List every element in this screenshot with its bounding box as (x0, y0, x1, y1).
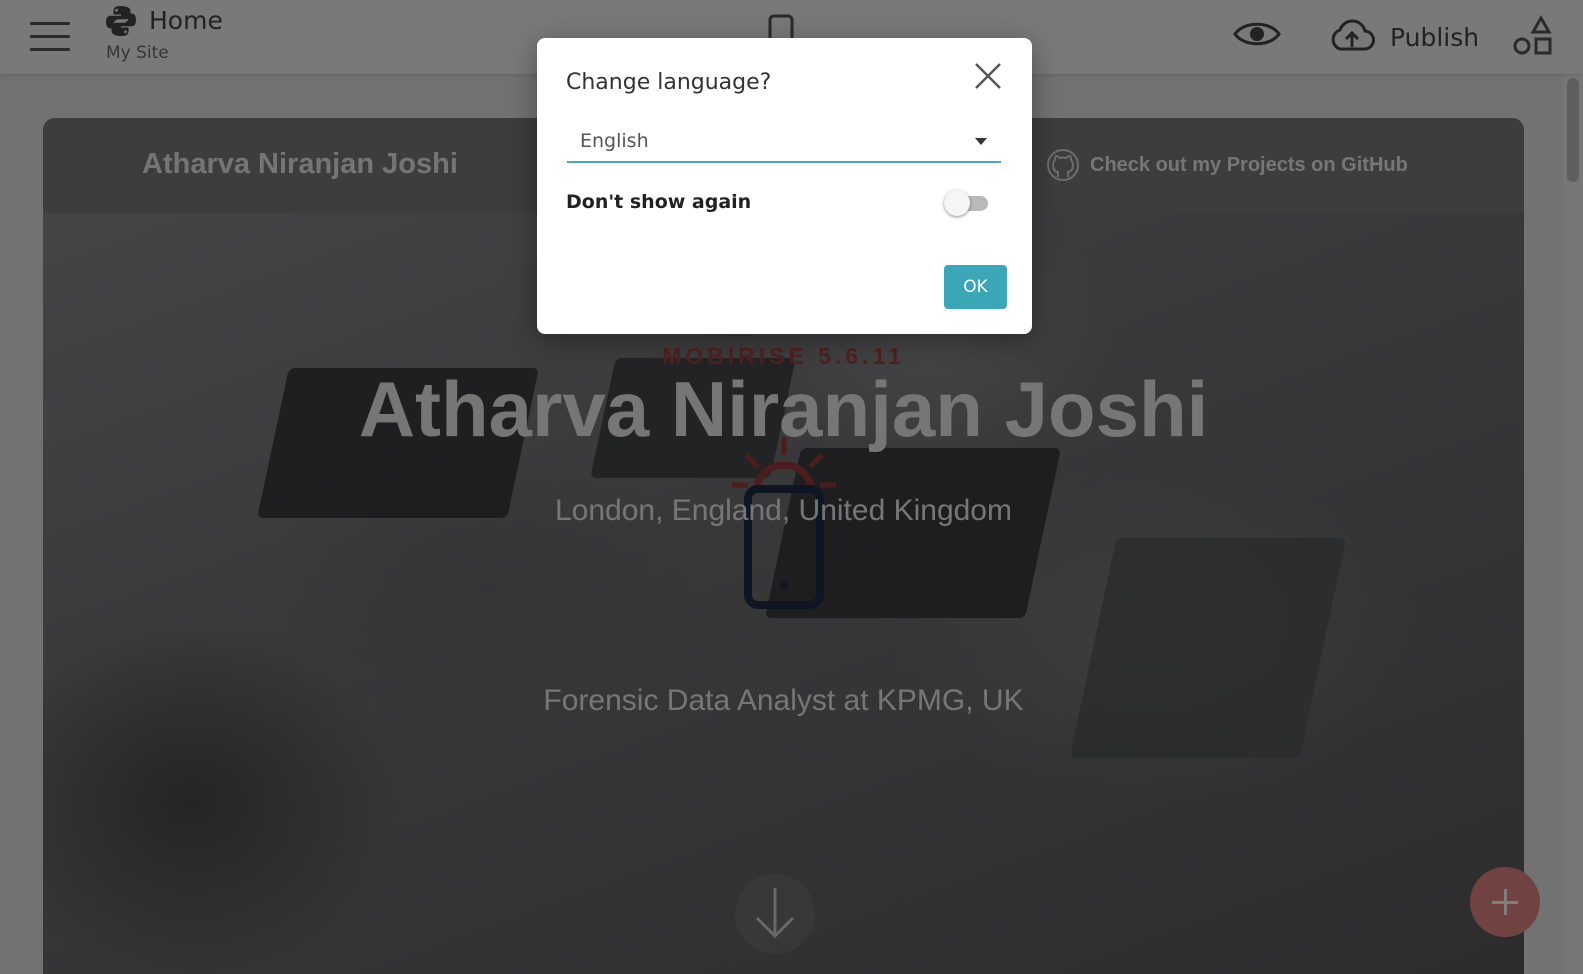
dont-show-again-label: Don't show again (566, 191, 752, 213)
dont-show-again-toggle[interactable] (944, 189, 990, 217)
change-language-dialog: Change language? English Don't show agai… (537, 38, 1032, 334)
language-select[interactable]: English (567, 124, 1001, 163)
close-icon[interactable] (971, 59, 1005, 93)
dialog-title: Change language? (566, 70, 772, 95)
ok-button[interactable]: OK (944, 265, 1007, 309)
language-selected-value: English (580, 130, 649, 152)
chevron-down-icon (975, 138, 987, 145)
